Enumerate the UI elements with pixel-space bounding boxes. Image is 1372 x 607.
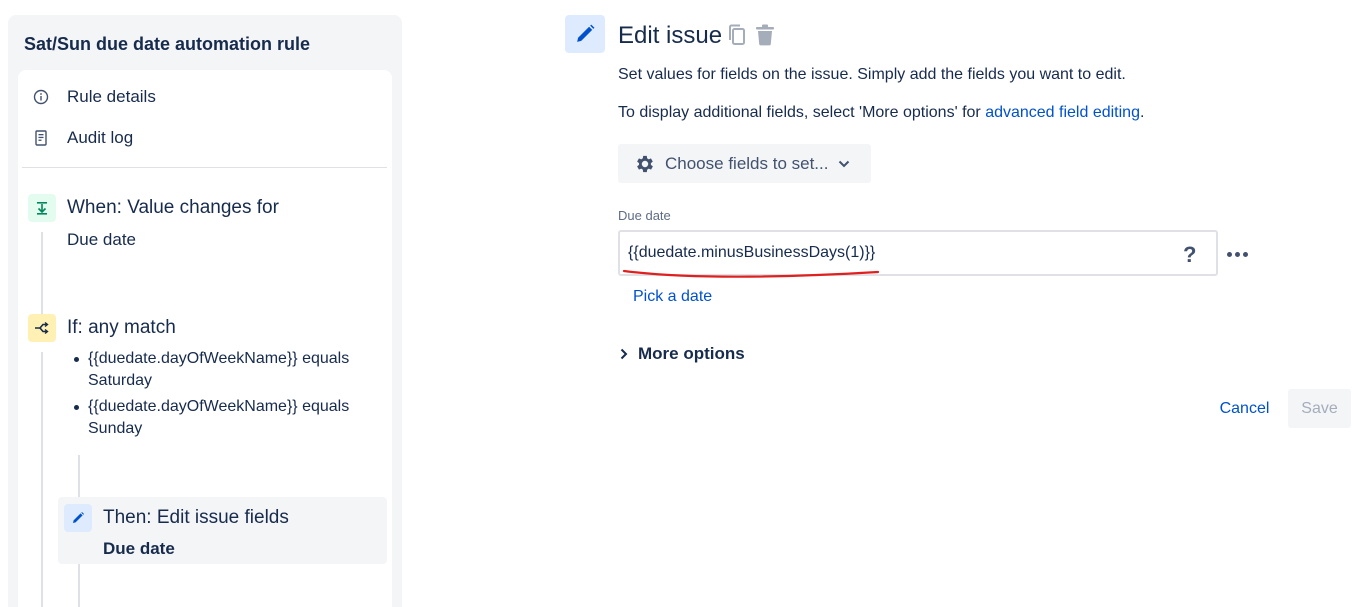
branch-icon bbox=[28, 314, 56, 342]
editor-title: Edit issue bbox=[618, 22, 723, 49]
chevron-right-icon bbox=[620, 348, 628, 360]
trigger-icon bbox=[28, 194, 56, 222]
edit-issue-icon bbox=[565, 15, 605, 53]
editor-additional-text: To display additional fields, select 'Mo… bbox=[618, 104, 1144, 122]
nav-item-rule-details[interactable]: Rule details bbox=[32, 87, 156, 107]
flow-connector bbox=[78, 564, 80, 607]
divider bbox=[22, 167, 387, 168]
save-button[interactable]: Save bbox=[1288, 389, 1351, 428]
nav-item-audit-log[interactable]: Audit log bbox=[32, 128, 133, 148]
nav-item-label: Rule details bbox=[67, 87, 156, 106]
choose-fields-label: Choose fields to set... bbox=[665, 153, 829, 173]
chevron-down-icon bbox=[838, 160, 850, 168]
rule-title: Sat/Sun due date automation rule bbox=[24, 34, 311, 54]
condition-item: {{duedate.dayOfWeekName}} equals Sunday bbox=[74, 396, 374, 440]
more-options-toggle[interactable]: More options bbox=[620, 344, 745, 364]
choose-fields-button[interactable]: Choose fields to set... bbox=[618, 144, 871, 183]
flow-connector bbox=[41, 352, 43, 607]
more-actions-icon[interactable] bbox=[1227, 244, 1248, 264]
condition-title[interactable]: If: any match bbox=[67, 317, 176, 339]
additional-prefix: To display additional fields, select 'Mo… bbox=[618, 104, 986, 121]
due-date-label: Due date bbox=[618, 208, 671, 223]
trigger-title[interactable]: When: Value changes for bbox=[67, 197, 279, 219]
due-date-value: {{duedate.minusBusinessDays(1)}} bbox=[628, 244, 876, 261]
document-icon bbox=[32, 129, 50, 147]
advanced-field-editing-link[interactable]: advanced field editing bbox=[985, 104, 1140, 121]
copy-icon[interactable] bbox=[726, 23, 748, 47]
action-subtitle: Due date bbox=[103, 539, 175, 558]
gear-icon bbox=[634, 153, 656, 175]
action-title: Then: Edit issue fields bbox=[103, 507, 289, 528]
nav-item-label: Audit log bbox=[67, 128, 134, 147]
action-block[interactable]: Then: Edit issue fields Due date bbox=[58, 497, 387, 564]
additional-suffix: . bbox=[1139, 104, 1145, 121]
help-icon[interactable]: ? bbox=[1183, 242, 1196, 268]
pencil-icon bbox=[64, 504, 92, 532]
flow-connector bbox=[78, 455, 80, 497]
rule-card: Rule details Audit log When: Value chang… bbox=[18, 70, 392, 607]
pick-date-link[interactable]: Pick a date bbox=[633, 288, 712, 306]
condition-item: {{duedate.dayOfWeekName}} equals Saturda… bbox=[74, 348, 374, 392]
cancel-button[interactable]: Cancel bbox=[1208, 391, 1281, 427]
editor-description: Set values for fields on the issue. Simp… bbox=[618, 66, 1126, 83]
trigger-subtitle: Due date bbox=[67, 230, 136, 249]
condition-list: {{duedate.dayOfWeekName}} equals Saturda… bbox=[74, 348, 374, 444]
rule-sidebar: Sat/Sun due date automation rule Rule de… bbox=[8, 15, 402, 607]
more-options-label: More options bbox=[638, 344, 745, 363]
info-icon bbox=[32, 88, 50, 106]
flow-connector bbox=[41, 232, 43, 322]
underline-annotation bbox=[622, 269, 880, 278]
trash-icon[interactable] bbox=[754, 23, 776, 47]
